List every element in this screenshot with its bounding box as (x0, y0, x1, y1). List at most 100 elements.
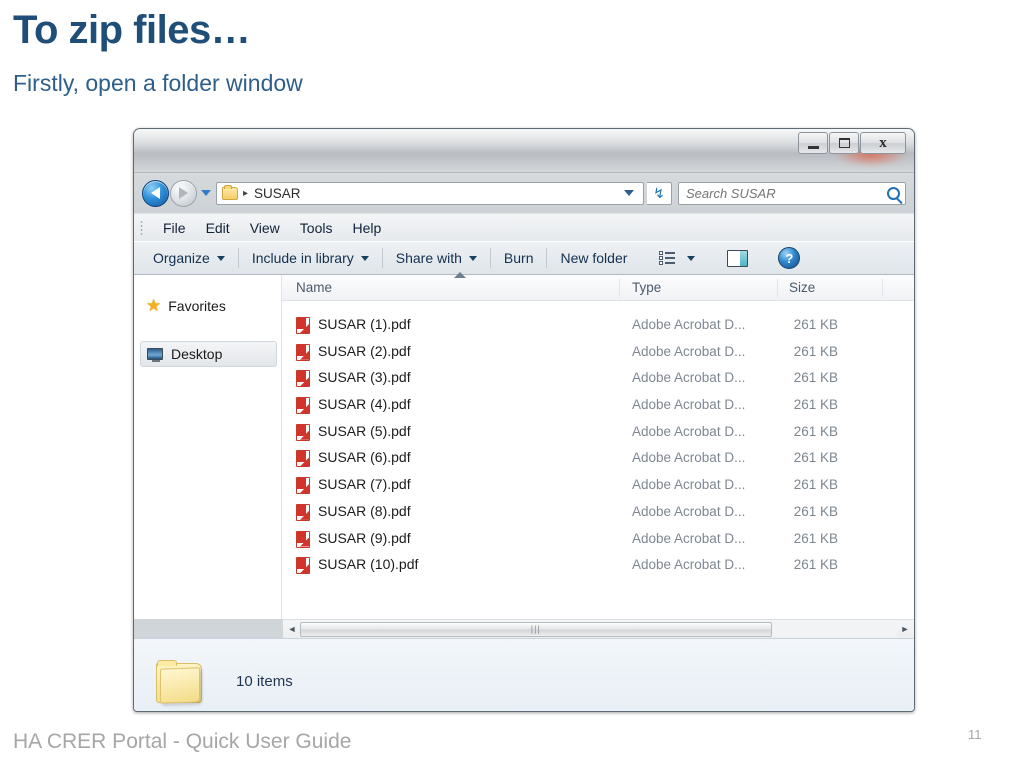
chevron-down-icon (216, 255, 225, 261)
table-row[interactable]: SUSAR (9).pdf Adobe Acrobat D... 261 KB (282, 527, 914, 554)
maximize-button[interactable] (829, 132, 859, 154)
table-row[interactable]: SUSAR (3).pdf Adobe Acrobat D... 261 KB (282, 366, 914, 393)
window-title-bar[interactable]: x (134, 129, 914, 173)
sidebar-item-label: Desktop (171, 346, 223, 362)
file-name: SUSAR (1).pdf (318, 316, 411, 332)
table-row[interactable]: SUSAR (7).pdf Adobe Acrobat D... 261 KB (282, 473, 914, 500)
column-divider[interactable] (777, 279, 778, 297)
preview-pane-button[interactable] (718, 247, 757, 270)
command-separator (546, 248, 548, 268)
file-size: 261 KB (793, 317, 838, 332)
file-list-pane: Name Type Size SUSAR (1).pdf Adobe Acrob… (282, 272, 914, 619)
column-divider[interactable] (619, 279, 620, 297)
file-size: 261 KB (793, 477, 838, 493)
menu-grip-handle[interactable] (140, 219, 143, 236)
file-name: SUSAR (2).pdf (318, 342, 411, 359)
file-type: Adobe Acrobat D... (632, 477, 746, 493)
search-box[interactable] (678, 181, 906, 205)
table-row[interactable]: SUSAR (5).pdf Adobe Acrobat D... 261 KB (282, 420, 914, 447)
address-bar[interactable]: ▸ SUSAR (216, 181, 644, 205)
file-rows: SUSAR (1).pdf Adobe Acrobat D... 261 KB … (282, 301, 914, 619)
breadcrumb-path[interactable]: SUSAR (254, 186, 301, 201)
sidebar-item-desktop[interactable]: Desktop (140, 341, 277, 367)
pdf-file-icon (296, 423, 310, 441)
change-view-button[interactable] (650, 248, 704, 269)
address-dropdown-chevron-down-icon[interactable] (624, 190, 634, 196)
command-bar: Organize Include in library Share with B… (134, 241, 914, 275)
file-name: SUSAR (7).pdf (318, 476, 411, 493)
column-header-name[interactable]: Name (296, 280, 332, 295)
minimize-button[interactable] (798, 132, 828, 154)
file-type: Adobe Acrobat D... (632, 557, 746, 573)
file-type: Adobe Acrobat D... (632, 397, 746, 413)
details-pane: 10 items (134, 638, 914, 711)
menu-item-help[interactable]: Help (342, 218, 391, 238)
column-headers: Name Type Size (282, 272, 914, 301)
item-count-label: 10 items (236, 673, 293, 690)
file-size: 261 KB (793, 397, 838, 413)
file-size: 261 KB (793, 530, 838, 546)
sidebar-item-label: Favorites (168, 298, 226, 314)
file-size: 261 KB (793, 557, 838, 573)
command-separator (489, 248, 491, 268)
chevron-down-icon (468, 255, 477, 261)
menu-item-view[interactable]: View (240, 218, 290, 238)
share-with-button[interactable]: Share with (387, 247, 486, 269)
maximize-icon (838, 138, 850, 148)
address-toolbar: ▸ SUSAR ↯ (134, 173, 914, 213)
table-row[interactable]: SUSAR (10).pdf Adobe Acrobat D... 261 KB (282, 553, 914, 580)
scroll-left-button[interactable]: ◄ (284, 621, 300, 638)
menu-item-tools[interactable]: Tools (290, 218, 343, 238)
file-size: 261 KB (793, 450, 838, 466)
include-in-library-button[interactable]: Include in library (243, 247, 378, 269)
window-body: ★ Favorites Desktop Name Type Size SUSAR… (134, 272, 914, 619)
pdf-file-icon (296, 503, 310, 521)
table-row[interactable]: SUSAR (1).pdf Adobe Acrobat D... 261 KB (282, 313, 914, 340)
back-button[interactable] (142, 179, 169, 207)
search-icon (887, 186, 900, 200)
horizontal-scrollbar[interactable]: ◄ ||| ► (283, 619, 914, 638)
new-folder-button[interactable]: New folder (551, 247, 636, 269)
table-row[interactable]: SUSAR (2).pdf Adobe Acrobat D... 261 KB (282, 340, 914, 367)
pdf-file-icon (296, 557, 310, 575)
file-name: SUSAR (5).pdf (318, 422, 411, 439)
file-name: SUSAR (3).pdf (318, 369, 411, 386)
list-view-icon (659, 250, 676, 266)
table-row[interactable]: SUSAR (8).pdf Adobe Acrobat D... 261 KB (282, 500, 914, 527)
table-row[interactable]: SUSAR (6).pdf Adobe Acrobat D... 261 KB (282, 446, 914, 473)
menu-item-file[interactable]: File (153, 218, 196, 238)
organize-button[interactable]: Organize (144, 247, 234, 269)
column-header-size[interactable]: Size (789, 280, 815, 295)
refresh-button[interactable]: ↯ (647, 181, 672, 205)
arrow-right-icon (179, 187, 188, 199)
file-type: Adobe Acrobat D... (632, 343, 746, 359)
column-header-type[interactable]: Type (632, 280, 661, 295)
breadcrumb-separator-icon: ▸ (243, 187, 249, 199)
column-divider[interactable] (882, 279, 883, 297)
folder-icon (222, 184, 238, 200)
file-name: SUSAR (10).pdf (318, 556, 419, 573)
sidebar-item-favorites[interactable]: ★ Favorites (140, 293, 277, 319)
slide-footer: HA CRER Portal - Quick User Guide (13, 730, 352, 753)
help-button[interactable]: ? (769, 244, 809, 272)
menu-bar: File Edit View Tools Help (134, 213, 914, 241)
table-row[interactable]: SUSAR (4).pdf Adobe Acrobat D... 261 KB (282, 393, 914, 420)
file-size: 261 KB (793, 343, 838, 359)
menu-item-edit[interactable]: Edit (196, 218, 240, 238)
pdf-file-icon (296, 450, 310, 468)
star-icon: ★ (146, 296, 162, 315)
monitor-icon (147, 348, 163, 362)
forward-button[interactable] (170, 179, 197, 207)
search-input[interactable] (684, 184, 883, 202)
scrollbar-track[interactable]: ||| (300, 621, 897, 637)
navigation-pane: ★ Favorites Desktop (134, 275, 282, 619)
burn-button[interactable]: Burn (495, 247, 543, 269)
recent-pages-chevron-down-icon[interactable] (201, 190, 211, 196)
scroll-right-button[interactable]: ► (897, 621, 913, 638)
minimize-icon (807, 145, 819, 149)
scrollbar-thumb[interactable]: ||| (300, 621, 772, 637)
pdf-file-icon (296, 370, 310, 388)
command-separator (237, 248, 239, 268)
close-button[interactable]: x (860, 132, 906, 154)
share-with-label: Share with (395, 250, 462, 266)
